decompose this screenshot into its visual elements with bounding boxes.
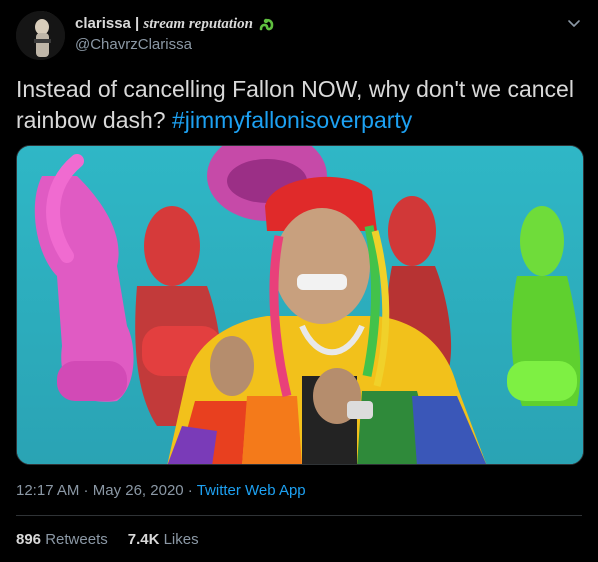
tweet-time[interactable]: 12:17 AM [16,482,79,499]
tweet-meta: 12:17 AM · May 26, 2020 · Twitter Web Ap… [16,482,306,499]
divider [16,515,582,516]
tweet-date[interactable]: May 26, 2020 [93,482,184,499]
name-row: clarissa | stream reputation [75,14,275,34]
snake-emoji-icon [259,18,274,30]
retweets-stat[interactable]: 896 Retweets [16,531,108,548]
retweets-count: 896 [16,531,42,548]
meta-separator: · [79,482,93,499]
tweet-stats: 896 Retweets 7.4K Likes [16,531,199,548]
user-handle[interactable]: @ChavrzClarissa [75,36,192,53]
media-illustration [17,146,583,464]
likes-label: Likes [163,531,199,548]
hashtag-link[interactable]: #jimmyfallonisoverparty [172,107,412,133]
display-name-fancy: stream reputation [143,16,254,32]
tweet-source-link[interactable]: Twitter Web App [197,482,306,499]
tweet-media-image[interactable] [16,145,584,465]
likes-stat[interactable]: 7.4K Likes [128,531,199,548]
avatar-image [16,11,65,60]
likes-count: 7.4K [127,531,160,548]
avatar[interactable] [16,11,65,60]
tweet-text: Instead of cancelling Fallon NOW, why do… [16,74,586,136]
meta-separator-2: · [183,482,197,499]
display-name[interactable]: clarissa | stream reputation [75,15,253,33]
display-name-plain: clarissa | [75,15,144,32]
chevron-down-icon[interactable] [566,15,582,31]
retweets-label: Retweets [45,531,108,548]
